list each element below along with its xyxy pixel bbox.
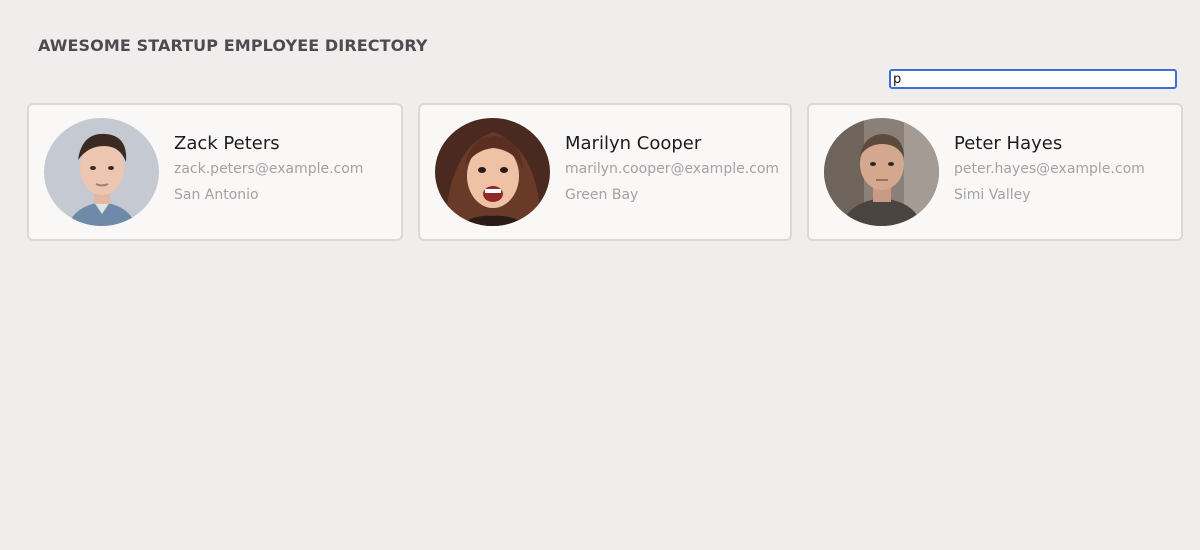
- employee-name: Peter Hayes: [954, 133, 1063, 154]
- employee-city: Simi Valley: [954, 187, 1031, 203]
- employee-city: Green Bay: [565, 187, 639, 203]
- employee-avatar: [824, 118, 939, 226]
- page: AWESOME STARTUP EMPLOYEE DIRECTORY Zack: [0, 0, 1200, 550]
- employee-name: Zack Peters: [174, 133, 280, 154]
- employee-email: peter.hayes@example.com: [954, 161, 1145, 177]
- page-title: AWESOME STARTUP EMPLOYEE DIRECTORY: [38, 36, 428, 55]
- employee-avatar: [435, 118, 550, 226]
- employee-card[interactable]: Peter Hayes peter.hayes@example.com Simi…: [807, 103, 1183, 241]
- employee-email: marilyn.cooper@example.com: [565, 161, 780, 177]
- employee-card[interactable]: Marilyn Cooper marilyn.cooper@example.co…: [418, 103, 792, 241]
- employee-email: zack.peters@example.com: [174, 161, 364, 177]
- employee-gallery: Zack Peters zack.peters@example.com San …: [27, 103, 1183, 241]
- employee-city: San Antonio: [174, 187, 259, 203]
- employee-name: Marilyn Cooper: [565, 133, 702, 154]
- search-input[interactable]: [889, 69, 1177, 89]
- employee-card[interactable]: Zack Peters zack.peters@example.com San …: [27, 103, 403, 241]
- employee-avatar: [44, 118, 159, 226]
